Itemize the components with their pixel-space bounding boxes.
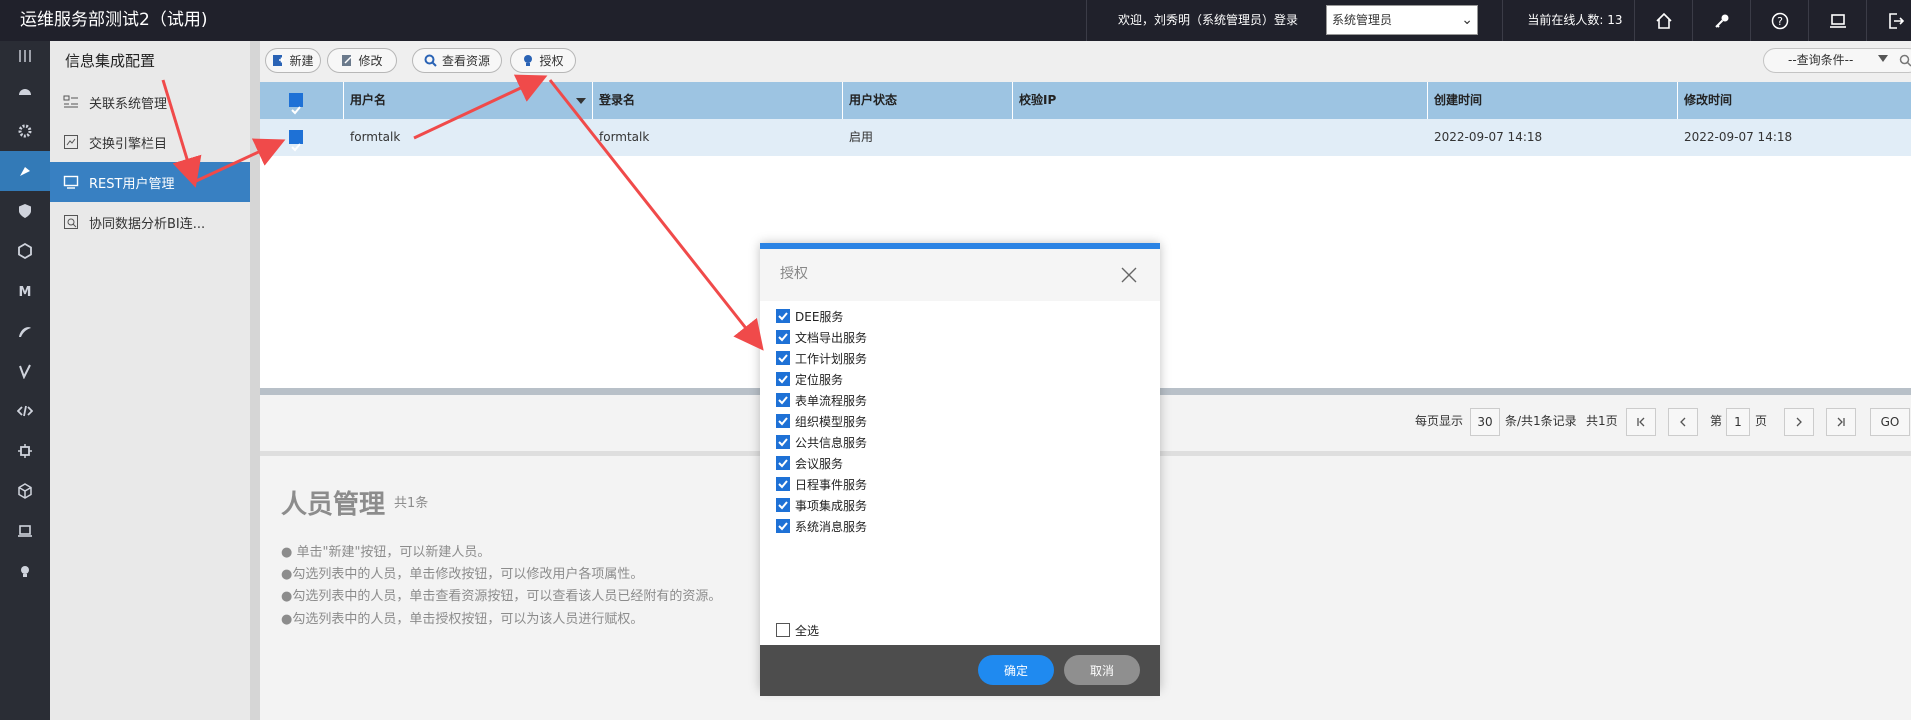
annotation-arrows: [161, 74, 764, 351]
arrow: [161, 79, 202, 188]
arrow: [413, 74, 548, 140]
arrow: [548, 79, 764, 351]
arrow: [193, 138, 286, 184]
